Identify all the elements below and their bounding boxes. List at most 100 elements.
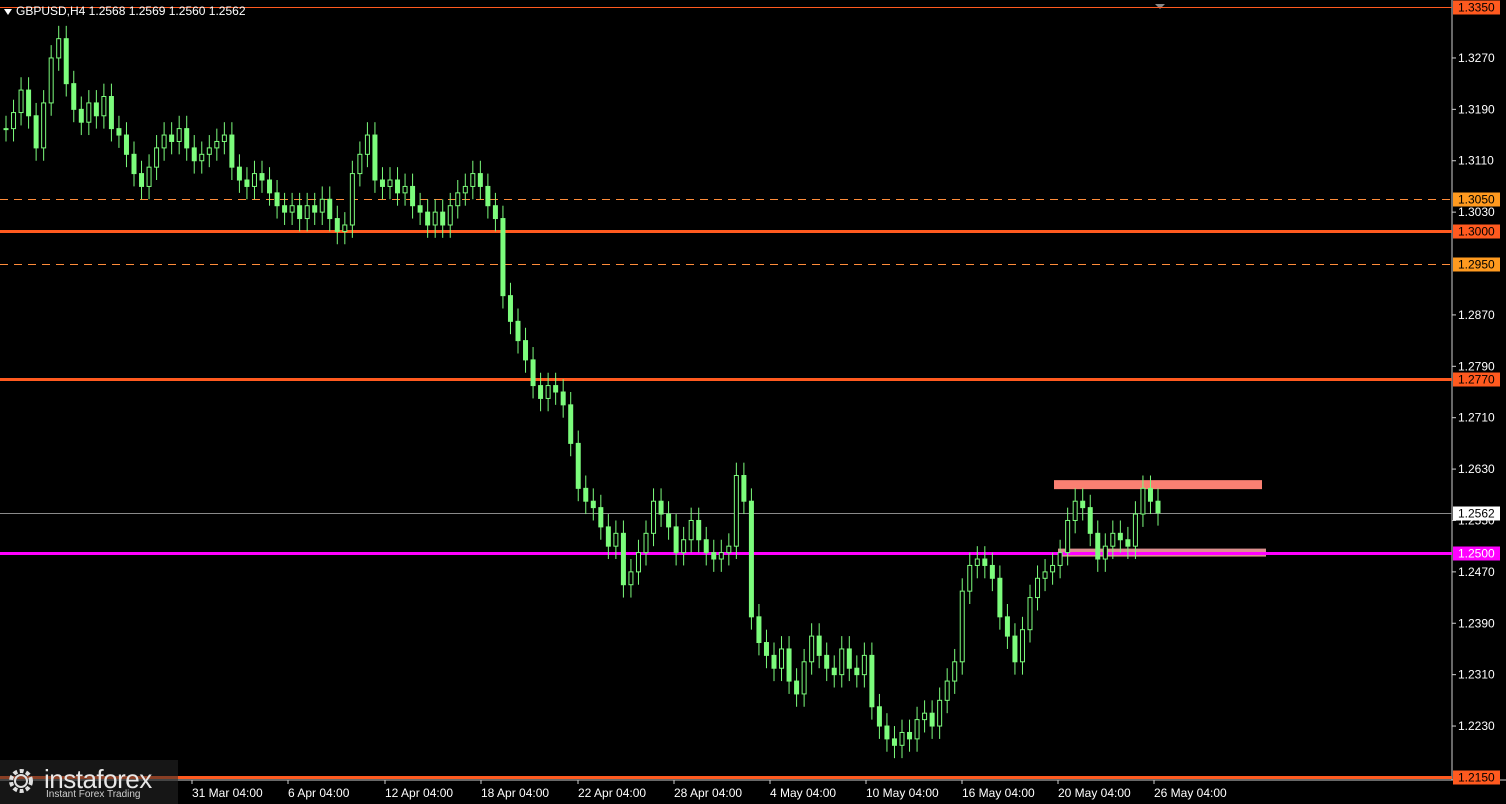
chart-background bbox=[0, 0, 1506, 804]
candle-body bbox=[447, 205, 453, 226]
candle-body bbox=[1102, 545, 1108, 560]
price-tick-label: 1.2710 bbox=[1458, 411, 1495, 425]
candle-body bbox=[470, 173, 476, 187]
candle-body bbox=[1110, 532, 1116, 547]
candle-body bbox=[477, 173, 483, 187]
level-label-text: 1.2770 bbox=[1458, 373, 1495, 387]
candle-body bbox=[282, 205, 288, 213]
candle-body bbox=[63, 38, 69, 85]
candle-body bbox=[93, 102, 99, 117]
candle-body bbox=[1027, 597, 1033, 631]
candle-body bbox=[402, 185, 408, 194]
candle-body bbox=[1019, 629, 1025, 663]
candle-body bbox=[297, 205, 303, 220]
candle-body bbox=[492, 205, 498, 220]
candle-body bbox=[432, 211, 438, 226]
time-tick-label: 12 Apr 04:00 bbox=[385, 786, 453, 800]
candle-body bbox=[530, 359, 536, 387]
time-tick-label: 18 Apr 04:00 bbox=[481, 786, 549, 800]
candle-body bbox=[1035, 577, 1041, 599]
candle-body bbox=[364, 134, 370, 155]
candle-body bbox=[342, 224, 348, 232]
candle-body bbox=[794, 680, 800, 695]
candle-body bbox=[251, 173, 257, 187]
price-tick-label: 1.2870 bbox=[1458, 308, 1495, 322]
candle-body bbox=[538, 385, 544, 399]
candle-body bbox=[184, 128, 190, 149]
candle-body bbox=[229, 134, 235, 168]
candle-body bbox=[967, 564, 973, 592]
candle-body bbox=[666, 513, 672, 528]
logo-tagline: Instant Forex Trading bbox=[46, 789, 141, 800]
level-label-text: 1.2150 bbox=[1458, 771, 1495, 785]
candle-body bbox=[560, 391, 566, 406]
candle-body bbox=[274, 192, 280, 207]
candle-body bbox=[176, 128, 182, 142]
price-chart[interactable]: 1.32701.31901.31101.30301.28701.27901.27… bbox=[0, 0, 1506, 804]
candle-body bbox=[289, 205, 295, 213]
candle-body bbox=[568, 404, 574, 444]
candle-body bbox=[199, 153, 205, 162]
candle-body bbox=[809, 635, 815, 663]
candle-body bbox=[861, 654, 867, 676]
resistance-zone bbox=[1054, 480, 1262, 490]
candle-body bbox=[1042, 571, 1048, 579]
time-tick-label: 31 Mar 04:00 bbox=[192, 786, 263, 800]
candle-body bbox=[605, 526, 611, 547]
candle-body bbox=[26, 89, 32, 117]
candle-body bbox=[553, 385, 559, 393]
candle-body bbox=[1050, 564, 1056, 573]
candle-body bbox=[575, 442, 581, 489]
level-label-text: 1.3350 bbox=[1458, 1, 1495, 15]
candle-body bbox=[123, 134, 129, 155]
candle-body bbox=[884, 725, 890, 740]
candle-body bbox=[1065, 519, 1071, 554]
candle-body bbox=[440, 211, 446, 226]
dropdown-triangle-icon[interactable] bbox=[4, 8, 12, 15]
candle-body bbox=[613, 532, 619, 547]
candle-body bbox=[658, 500, 664, 515]
candle-body bbox=[899, 731, 905, 746]
time-tick-label: 6 Apr 04:00 bbox=[288, 786, 350, 800]
time-tick-label: 16 May 04:00 bbox=[962, 786, 1035, 800]
candle-body bbox=[763, 642, 769, 656]
candle-body bbox=[839, 648, 845, 676]
candle-body bbox=[711, 552, 717, 560]
candle-body bbox=[410, 185, 416, 207]
candle-body bbox=[379, 179, 385, 187]
candle-body bbox=[786, 648, 792, 682]
candle-body bbox=[116, 128, 122, 136]
time-tick-label: 22 Apr 04:00 bbox=[578, 786, 646, 800]
candle-body bbox=[628, 571, 634, 586]
candle-body bbox=[101, 96, 107, 117]
price-tick-label: 1.2470 bbox=[1458, 565, 1495, 579]
candle-body bbox=[681, 539, 687, 554]
candle-body bbox=[500, 218, 506, 297]
price-tick-label: 1.3110 bbox=[1458, 154, 1494, 168]
candle-body bbox=[1072, 500, 1078, 521]
candle-body bbox=[41, 102, 47, 149]
symbol-header[interactable]: GBPUSD,H4 1.2568 1.2569 1.2560 1.2562 bbox=[4, 4, 246, 18]
candle-body bbox=[108, 96, 114, 130]
candle-body bbox=[1004, 616, 1010, 637]
candle-body bbox=[169, 134, 175, 142]
candle-body bbox=[974, 558, 980, 566]
candle-body bbox=[831, 667, 837, 676]
level-label-text: 1.3050 bbox=[1458, 193, 1495, 207]
price-tick-label: 1.2630 bbox=[1458, 462, 1495, 476]
symbol-text: GBPUSD,H4 1.2568 1.2569 1.2560 1.2562 bbox=[16, 4, 246, 18]
candle-body bbox=[688, 519, 694, 541]
instaforex-logo: instaforex Instant Forex Trading bbox=[0, 760, 178, 804]
candle-body bbox=[922, 712, 928, 721]
candle-body bbox=[1087, 507, 1093, 534]
candle-body bbox=[1012, 635, 1018, 663]
candle-body bbox=[997, 577, 1003, 618]
price-tick-label: 1.2790 bbox=[1458, 359, 1495, 373]
price-tick-label: 1.2310 bbox=[1458, 668, 1495, 682]
candle-body bbox=[267, 179, 273, 194]
price-tick-label: 1.3190 bbox=[1458, 102, 1495, 116]
candle-body bbox=[3, 128, 9, 131]
candle-body bbox=[78, 108, 84, 123]
candle-body bbox=[929, 712, 935, 727]
candle-body bbox=[989, 564, 995, 579]
